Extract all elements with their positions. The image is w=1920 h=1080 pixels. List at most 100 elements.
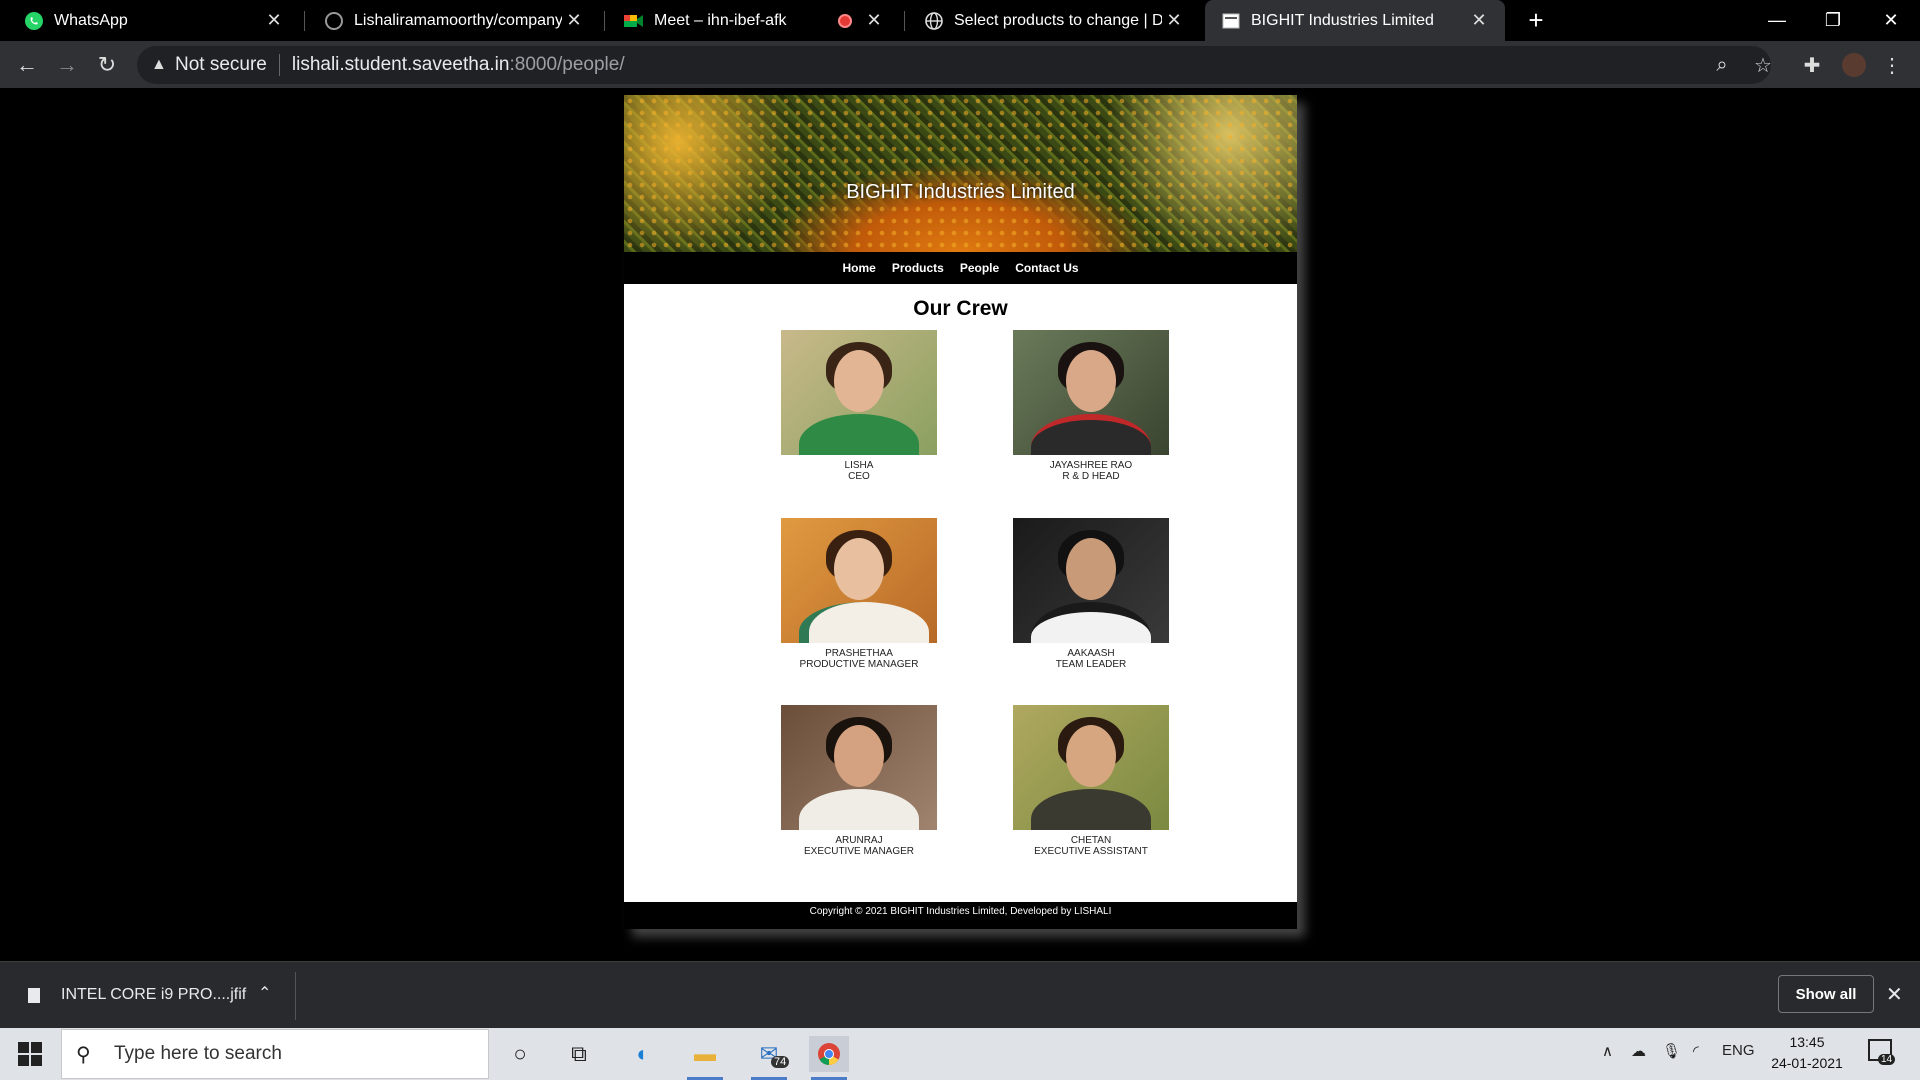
mail-icon[interactable]: ✉ 74 [749,1036,790,1080]
close-icon[interactable]: ✕ [1467,10,1491,31]
crew-card: JAYASHREE RAO R & D HEAD [1013,330,1169,482]
file-icon [28,988,40,1003]
close-icon[interactable]: ✕ [1886,982,1903,1007]
restore-icon[interactable]: ❐ [1805,0,1861,41]
member-name: CHETAN [1070,835,1112,846]
download-item[interactable]: INTEL CORE i9 PRO....jfif [61,986,246,1004]
extensions-icon[interactable]: ✚ [1801,54,1823,77]
tab-title: WhatsApp [54,11,128,29]
banner-image: BIGHIT Industries Limited [624,95,1297,252]
wifi-icon[interactable]: ◜ [1693,1042,1699,1060]
minimize-icon[interactable]: — [1749,0,1805,41]
system-clock[interactable]: 13:45 24-01-2021 [1765,1032,1849,1074]
nav-contact-us[interactable]: Contact Us [1015,261,1078,275]
divider [278,54,280,76]
divider [295,972,296,1020]
crew-card: CHETAN EXECUTIVE ASSISTANT [1013,705,1169,857]
github-icon [324,11,344,31]
member-photo [1013,518,1169,643]
close-icon[interactable]: ✕ [262,10,286,31]
close-icon[interactable]: ✕ [1162,10,1186,31]
search-icon: ⚲ [76,1043,91,1066]
file-explorer-icon[interactable]: ▬ [685,1036,725,1080]
site-footer: Copyright © 2021 BIGHIT Industries Limit… [624,902,1297,929]
member-name: AAKAASH [1067,648,1115,659]
close-icon[interactable]: ✕ [562,10,586,31]
mail-badge: 74 [771,1056,790,1068]
member-role: TEAM LEADER [1055,659,1127,670]
menu-kebab-icon[interactable]: ⋮ [1881,54,1903,77]
crew-card: ARUNRAJ EXECUTIVE MANAGER [781,705,937,857]
member-name: LISHA [844,460,874,471]
zoom-icon[interactable]: ⌕ [1711,54,1733,76]
crew-section: Our Crew LISHA CEO JAYASHREE RAO R & D H… [624,284,1297,902]
forward-arrow-icon[interactable]: → [50,48,84,82]
url-host: lishali.student.saveetha.in [291,54,510,75]
page-viewport: BIGHIT Industries Limited Home Products … [0,88,1920,961]
nav-people[interactable]: People [960,261,999,275]
chevron-up-icon[interactable]: ⌃ [258,983,271,1003]
profile-avatar[interactable] [1842,53,1866,77]
member-name: PRASHETHAA [825,648,893,659]
tab-title: Lishaliramamoorthy/companywe [354,11,562,29]
crew-card: PRASHETHAA PRODUCTIVE MANAGER [781,518,937,670]
member-name: JAYASHREE RAO [1049,460,1133,471]
notification-badge: 14 [1878,1054,1896,1065]
tab-title: BIGHIT Industries Limited [1251,11,1434,29]
member-role: EXECUTIVE ASSISTANT [1034,846,1148,857]
download-shelf: INTEL CORE i9 PRO....jfif ⌃ Show all ✕ [0,961,1920,1029]
cortana-icon[interactable]: ○ [500,1036,540,1072]
member-role: CEO [848,471,870,482]
address-bar[interactable]: ▲ Not secure lishali.student.saveetha.in… [137,46,1771,84]
chevron-up-icon[interactable]: ∧ [1602,1042,1613,1060]
tab-title: Select products to change | Djan [954,11,1162,29]
search-placeholder: Type here to search [114,1043,282,1064]
page-icon [1221,11,1241,31]
language-indicator[interactable]: ENG [1722,1042,1755,1059]
window-close-icon[interactable]: ✕ [1863,0,1919,41]
close-icon[interactable]: ✕ [862,10,886,31]
nav-products[interactable]: Products [892,261,944,275]
member-photo [1013,330,1169,455]
reload-icon[interactable]: ↻ [90,48,124,82]
tab-title: Meet – ihn-ibef-afk [654,11,787,29]
tab-whatsapp[interactable]: WhatsApp ✕ [0,0,300,41]
member-photo [1013,705,1169,830]
security-label: Not secure [175,54,267,75]
microphone-icon[interactable]: 🎙 [1662,1042,1681,1060]
taskbar-search[interactable]: ⚲ Type here to search [61,1029,489,1079]
member-role: EXECUTIVE MANAGER [803,846,915,857]
chrome-icon[interactable] [809,1036,849,1080]
bookmark-star-icon[interactable]: ☆ [1752,54,1774,77]
windows-taskbar: ⚲ Type here to search ○ ⧉ ◐ ▬ ✉ 74 ∧ ☁ 🎙… [0,1028,1920,1080]
main-nav: Home Products People Contact Us [624,252,1297,284]
windows-start-icon[interactable] [18,1042,42,1066]
member-role: R & D HEAD [1062,471,1120,482]
show-all-button[interactable]: Show all [1778,975,1874,1013]
site-title: BIGHIT Industries Limited [846,181,1075,203]
member-role: PRODUCTIVE MANAGER [799,659,919,670]
circuit-pattern [624,95,1297,252]
tab-github[interactable]: Lishaliramamoorthy/companywe ✕ [300,0,600,41]
member-photo [781,518,937,643]
back-arrow-icon[interactable]: ← [10,48,44,82]
whatsapp-icon [24,11,44,31]
new-tab-button[interactable]: + [1521,6,1551,36]
clock-time: 13:45 [1789,1034,1825,1050]
crew-card: LISHA CEO [781,330,937,482]
nav-home[interactable]: Home [842,261,875,275]
section-heading: Our Crew [913,297,1008,320]
tab-bighit[interactable]: BIGHIT Industries Limited ✕ [1205,0,1505,41]
tab-strip: WhatsApp ✕ Lishaliramamoorthy/companywe … [0,0,1920,41]
browser-toolbar: ← → ↻ ▲ Not secure lishali.student.savee… [0,41,1920,88]
member-photo [781,705,937,830]
task-view-icon[interactable]: ⧉ [559,1036,599,1072]
tab-meet[interactable]: Meet – ihn-ibef-afk ✕ [600,0,900,41]
member-photo [781,330,937,455]
globe-icon [924,11,944,31]
tab-django-admin[interactable]: Select products to change | Djan ✕ [900,0,1200,41]
edge-icon[interactable]: ◐ [623,1036,663,1072]
crew-card: AAKAASH TEAM LEADER [1013,518,1169,670]
member-name: ARUNRAJ [835,835,883,846]
onedrive-icon[interactable]: ☁ [1631,1042,1646,1060]
